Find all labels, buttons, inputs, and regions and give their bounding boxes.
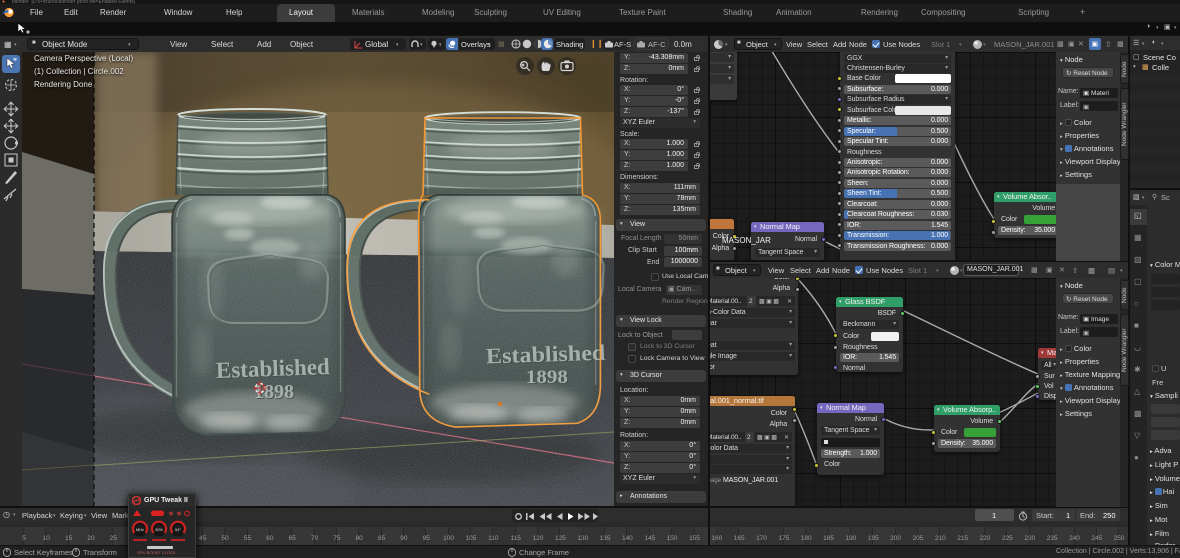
svg-text:30%: 30% bbox=[155, 527, 163, 532]
svg-text:54°: 54° bbox=[175, 527, 181, 532]
svg-text:MHz: MHz bbox=[136, 527, 144, 532]
